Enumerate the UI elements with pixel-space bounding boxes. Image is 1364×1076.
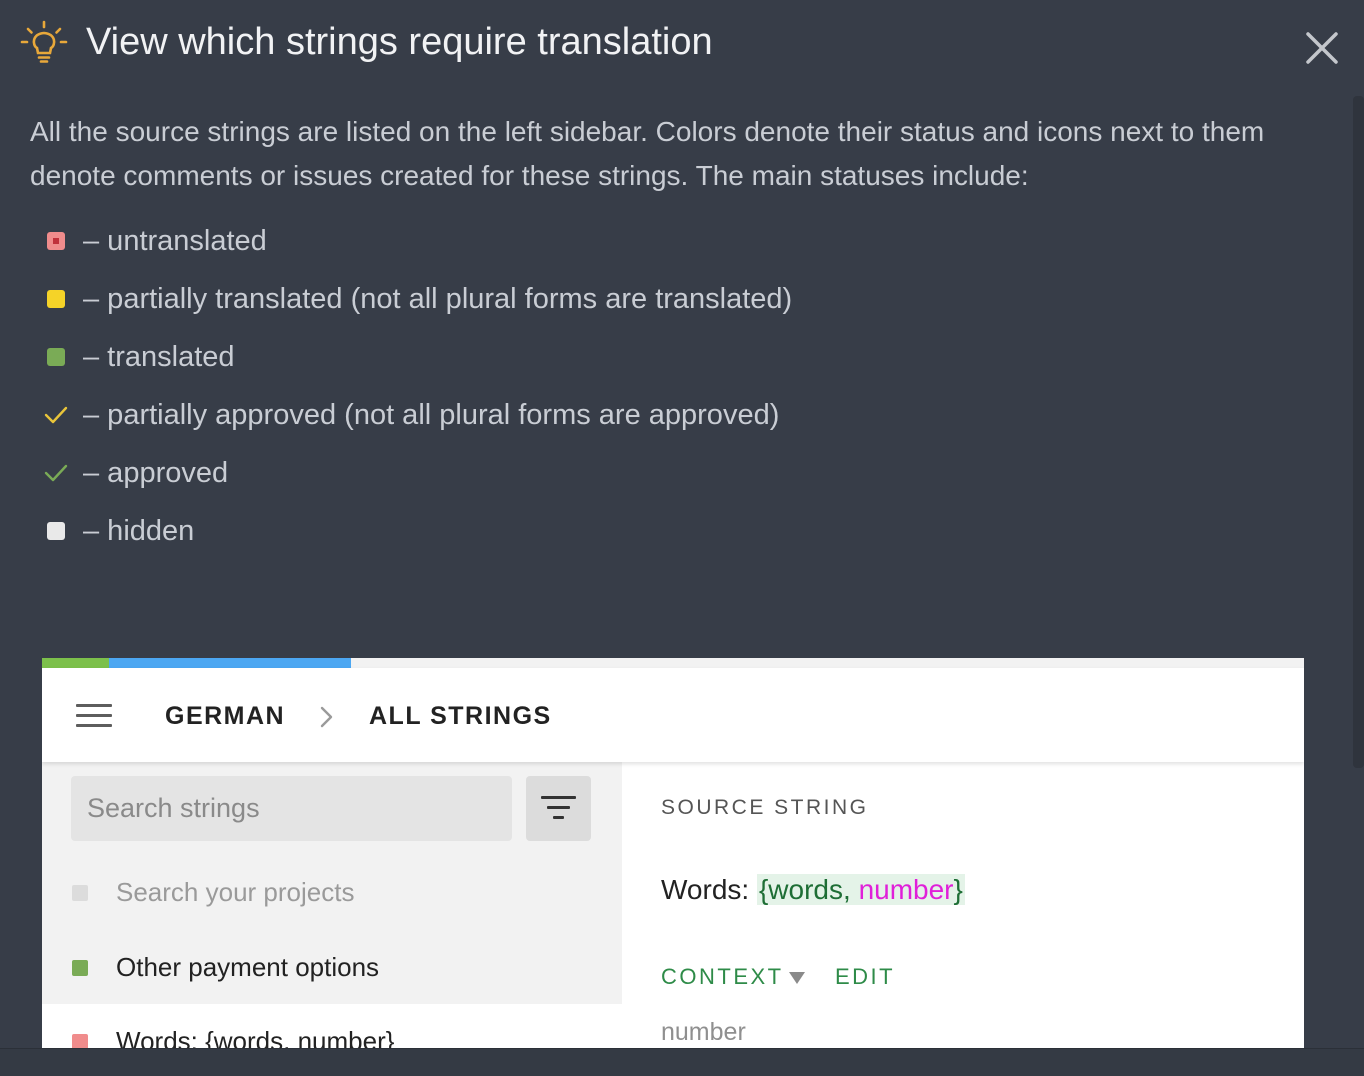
legend-item-approved: – approved [30, 444, 792, 502]
legend-label: – partially translated (not all plural f… [83, 282, 793, 315]
scrollbar[interactable] [1353, 96, 1364, 768]
dialog-header: View which strings require translation [0, 0, 1364, 90]
close-icon[interactable] [1300, 26, 1344, 70]
editor-screenshot: GERMAN ALL STRINGS Search your projects … [42, 658, 1304, 1048]
source-string-text: Words: {words, number} [661, 874, 965, 906]
string-label: Other payment options [116, 952, 380, 982]
menu-icon[interactable] [76, 704, 112, 730]
chevron-right-icon [320, 706, 333, 728]
legend-item-translated: – translated [30, 328, 792, 386]
yellow-check-icon [44, 406, 68, 424]
list-item[interactable]: Search your projects [42, 855, 622, 930]
list-item[interactable]: Words: {words, number} [42, 1004, 622, 1048]
status-hidden-icon [72, 884, 88, 901]
green-square-icon [47, 348, 65, 366]
progress-translated [42, 658, 109, 668]
list-item[interactable]: Other payment options [42, 930, 622, 1005]
legend-label: – untranslated [83, 224, 267, 257]
filter-button[interactable] [526, 776, 591, 841]
translation-progress-bar [42, 658, 1304, 668]
intro-text: All the source strings are listed on the… [30, 116, 1265, 191]
legend-item-hidden: – hidden [30, 502, 792, 560]
white-square-icon [47, 522, 65, 540]
yellow-square-icon [47, 290, 65, 308]
dialog-title: View which strings require translation [86, 21, 713, 63]
lightbulb-icon [20, 20, 68, 63]
legend-item-untranslated: – untranslated [30, 212, 792, 270]
search-input[interactable] [71, 776, 512, 841]
status-translated-icon [72, 959, 88, 976]
filter-icon [541, 796, 576, 799]
legend-label: – partially approved (not all plural for… [83, 398, 780, 431]
status-legend: – untranslated – partially translated (n… [30, 212, 792, 560]
legend-item-partially-translated: – partially translated (not all plural f… [30, 270, 792, 328]
bottom-bar [0, 1048, 1364, 1076]
breadcrumb-language[interactable]: GERMAN [165, 702, 285, 731]
progress-approved [108, 658, 352, 668]
placeholder-token: {words, number} [756, 874, 965, 905]
context-toggle[interactable]: CONTEXT [661, 964, 784, 990]
breadcrumb-section[interactable]: ALL STRINGS [369, 702, 552, 731]
legend-label: – approved [83, 456, 229, 489]
string-label: Search your projects [116, 877, 355, 907]
legend-label: – hidden [83, 514, 195, 547]
string-label: Words: {words, number} [116, 1026, 395, 1048]
status-untranslated-icon [72, 1033, 88, 1048]
source-string-label: SOURCE STRING [661, 796, 869, 819]
edit-context-button[interactable]: EDIT [835, 964, 895, 990]
string-details: SOURCE STRING Words: {words, number} CON… [622, 762, 1304, 1048]
context-value: number [661, 1018, 746, 1046]
editor-toolbar: GERMAN ALL STRINGS [42, 668, 1304, 762]
green-check-icon [44, 464, 68, 482]
caret-down-icon[interactable] [788, 971, 806, 985]
legend-item-partially-approved: – partially approved (not all plural for… [30, 386, 792, 444]
strings-sidebar: Search your projects Other payment optio… [42, 762, 622, 1048]
red-square-icon [47, 232, 65, 250]
legend-label: – translated [83, 340, 235, 373]
source-prefix: Words: [661, 874, 757, 905]
